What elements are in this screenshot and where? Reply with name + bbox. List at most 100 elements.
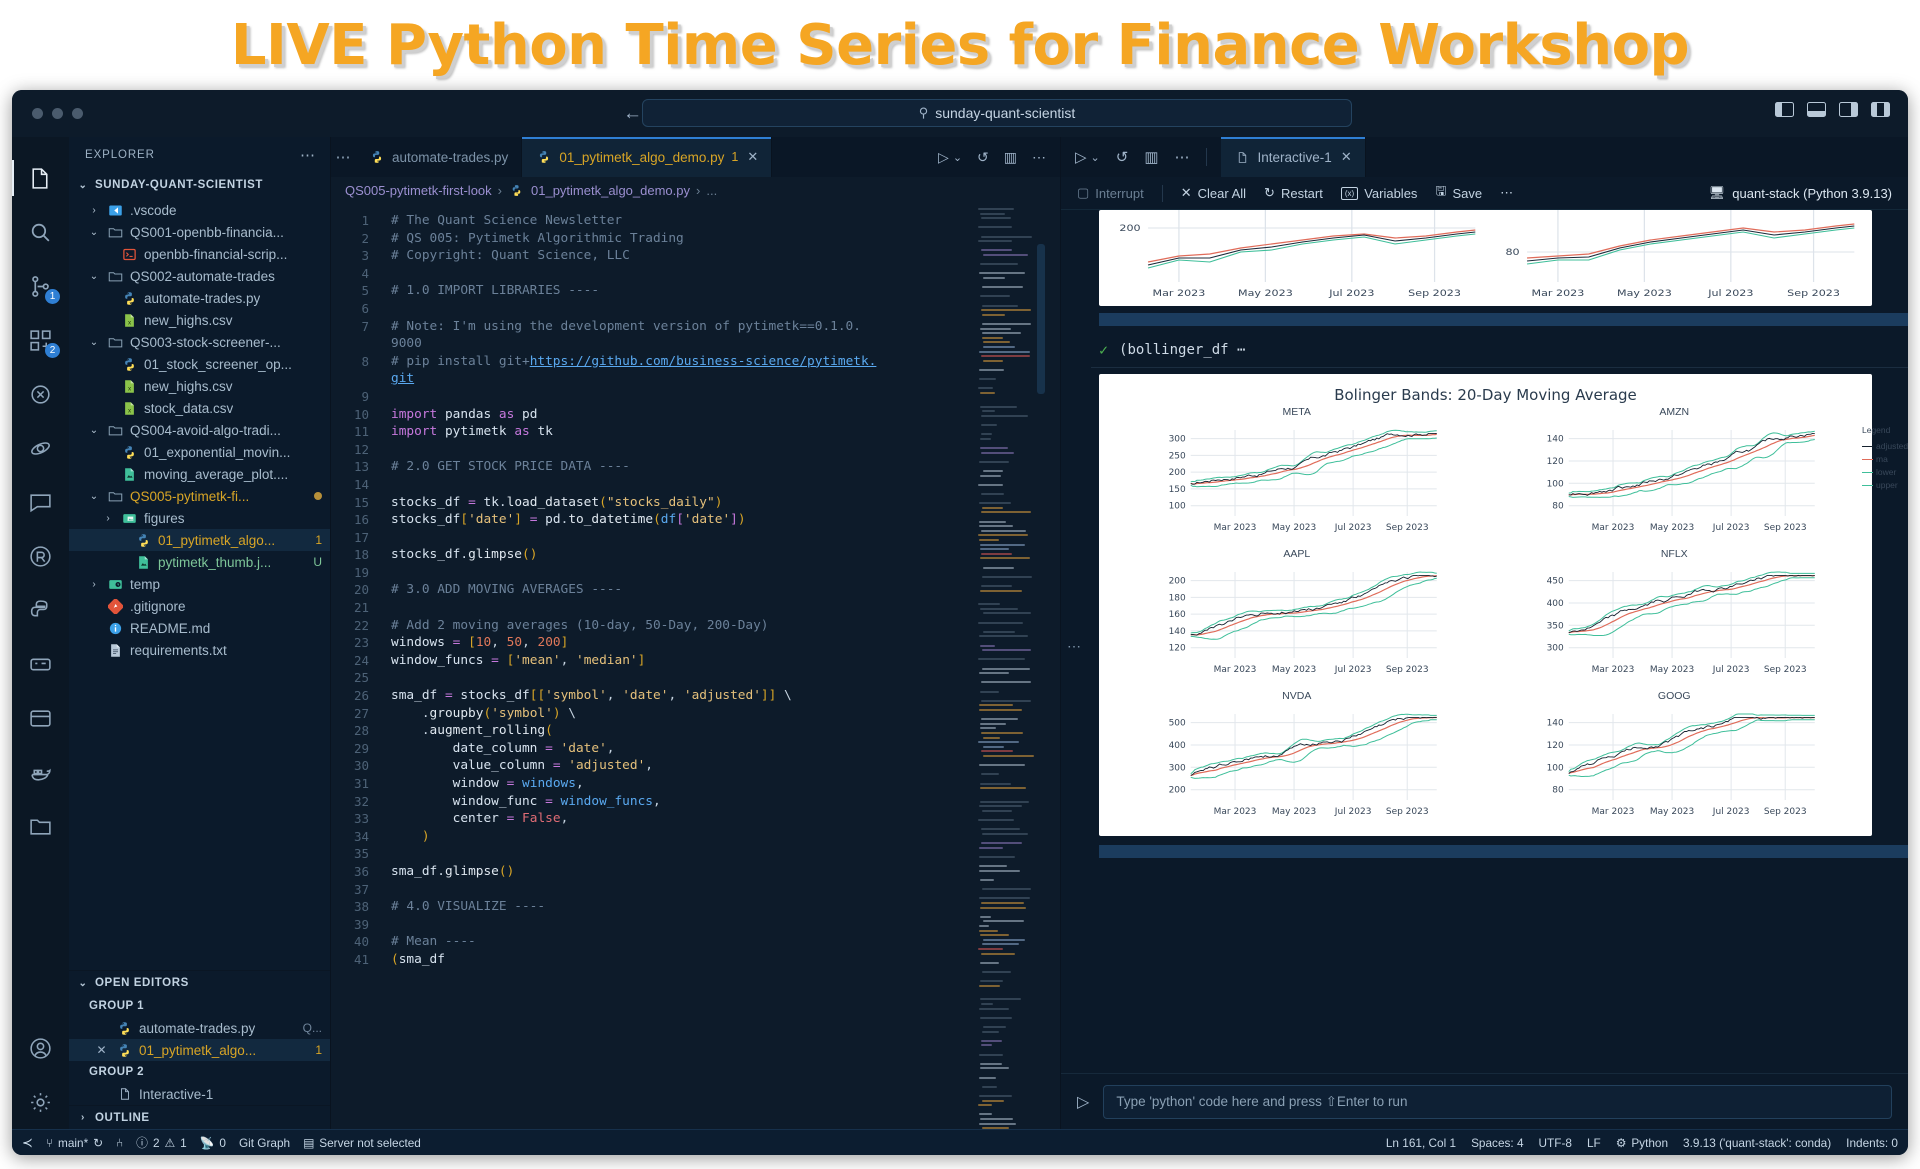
code-line[interactable] (391, 669, 1060, 687)
back-icon[interactable]: ← (623, 103, 642, 125)
activity-docker[interactable] (12, 745, 69, 799)
tree-item[interactable]: moving_average_plot.... (69, 463, 330, 485)
tree-item[interactable]: ⌄ QS005-pytimetk-fi... (69, 485, 330, 507)
code-line[interactable] (391, 916, 1060, 934)
code-line[interactable]: import pytimetk as tk (391, 423, 1060, 441)
activity-testing[interactable] (12, 367, 69, 421)
workspace-root-header[interactable]: ⌄ SUNDAY-QUANT-SCIENTIST (69, 173, 330, 197)
activity-remote[interactable] (12, 637, 69, 691)
status-server[interactable]: ▤ Server not selected (303, 1136, 421, 1150)
activity-r-language[interactable] (12, 529, 69, 583)
tab-01-pytimetk-algo-demo[interactable]: 01_pytimetk_algo_demo.py 1 ✕ (522, 137, 772, 177)
open-editors-group[interactable]: GROUP 2 (69, 1061, 330, 1083)
layout-controls[interactable] (1775, 102, 1890, 117)
encoding[interactable]: UTF-8 (1539, 1136, 1572, 1150)
chevron-down-icon[interactable]: ⌄ (1091, 151, 1100, 164)
tree-item[interactable]: openbb-financial-scrip... (69, 243, 330, 265)
code-line[interactable]: git (391, 370, 1060, 388)
code-line[interactable]: # 2.0 GET STOCK PRICE DATA ---- (391, 458, 1060, 476)
open-editor-item[interactable]: automate-trades.py Q... (69, 1017, 330, 1039)
cell-output-bottom-bar[interactable] (1099, 845, 1908, 858)
code-line[interactable]: # Note: I'm using the development versio… (391, 318, 1060, 336)
status-ports[interactable]: 📡 0 (200, 1136, 226, 1150)
code-line[interactable]: # Add 2 moving averages (10-day, 50-Day,… (391, 617, 1060, 635)
close-icon[interactable]: ✕ (93, 1042, 110, 1059)
more-icon[interactable]: ⋯ (1175, 148, 1190, 166)
activity-source-control[interactable]: 1 (12, 259, 69, 313)
cell-input-collapsed-bar[interactable] (1099, 313, 1908, 326)
interactive-output[interactable]: 200 Mar 2023 May 2023 Jul 2023 Sep 2023 (1061, 210, 1908, 1073)
code-line[interactable]: # pip install git+https://github.com/bus… (391, 353, 1060, 371)
tree-item[interactable]: 01_stock_screener_op... (69, 353, 330, 375)
kernel-selector[interactable]: 🖥 quant-stack (Python 3.9.13) (1709, 185, 1892, 201)
indentation[interactable]: Spaces: 4 (1471, 1136, 1523, 1150)
open-editors-header[interactable]: ⌄ OPEN EDITORS (69, 971, 330, 995)
status-git-compare[interactable]: ⑃ (116, 1136, 123, 1150)
split-editor-icon[interactable]: ▥ (1004, 149, 1017, 166)
editor-toolbar[interactable]: ▷ ⌄ ↺ ▥ ⋯ (938, 137, 1060, 177)
interrupt-button[interactable]: ▢ Interrupt (1077, 185, 1144, 201)
close-window-button[interactable] (32, 108, 43, 119)
open-editor-item[interactable]: Interactive-1 (69, 1083, 330, 1105)
tree-item[interactable]: requirements.txt (69, 639, 330, 661)
split-editor-icon[interactable]: ▥ (1144, 148, 1158, 166)
interactive-more-button[interactable]: ⋯ (1500, 185, 1513, 201)
breadcrumb-folder[interactable]: QS005-pytimetk-first-look (345, 183, 492, 198)
tabs-more-icon[interactable]: ⋯ (331, 137, 355, 177)
code-line[interactable]: .groupby('symbol') \ (391, 705, 1060, 723)
sync-icon[interactable]: ↻ (93, 1136, 103, 1150)
activity-database[interactable] (12, 691, 69, 745)
code-line[interactable]: # 1.0 IMPORT LIBRARIES ---- (391, 282, 1060, 300)
code-line[interactable]: stocks_df['date'] = pd.to_datetime(df['d… (391, 511, 1060, 529)
code-line[interactable] (391, 300, 1060, 318)
language-mode[interactable]: ⚙ Python (1616, 1136, 1668, 1150)
code-line[interactable]: .augment_rolling( (391, 722, 1060, 740)
interactive-tabs[interactable]: ▷ ⌄ ↺ ▥ ⋯ Interactive-1 ✕ (1061, 137, 1908, 177)
customize-layout-icon[interactable] (1871, 102, 1890, 117)
tree-item[interactable]: ⌄ QS004-avoid-algo-tradi... (69, 419, 330, 441)
breadcrumb-symbol[interactable]: ... (706, 183, 717, 198)
remote-icon[interactable]: ≺ (22, 1135, 33, 1151)
open-editors-list[interactable]: GROUP 1 automate-trades.py Q... ✕ 01_pytimet… (69, 995, 330, 1105)
command-center-omnibox[interactable]: ⚲ sunday-quant-scientist (642, 99, 1352, 127)
cell-ellipsis-icon[interactable]: ⋯ (1067, 638, 1081, 655)
ellipsis-icon[interactable]: ⋯ (300, 146, 316, 164)
toggle-panel-icon[interactable] (1807, 102, 1826, 117)
status-branch[interactable]: ⑂ main* ↻ (46, 1136, 103, 1150)
code-line[interactable]: # QS 005: Pytimetk Algorithmic Trading (391, 230, 1060, 248)
toggle-secondary-sidebar-icon[interactable] (1839, 102, 1858, 117)
tree-item[interactable]: README.md (69, 617, 330, 639)
code-line[interactable]: value_column = 'adjusted', (391, 757, 1060, 775)
interactive-actions[interactable]: ▷ ⌄ ↺ ▥ ⋯ (1061, 137, 1221, 177)
code-line[interactable]: # Mean ---- (391, 933, 1060, 951)
tree-item[interactable]: .gitignore (69, 595, 330, 617)
code-line[interactable] (391, 476, 1060, 494)
open-editors-group[interactable]: GROUP 1 (69, 995, 330, 1017)
save-button[interactable]: 🖫 Save (1435, 182, 1482, 204)
code-line[interactable] (391, 529, 1060, 547)
outline-header[interactable]: › OUTLINE (69, 1105, 330, 1129)
tree-item[interactable]: 01_pytimetk_algo... 1 (69, 529, 330, 551)
status-problems[interactable]: ⓘ 2 ⚠ 1 (136, 1134, 187, 1151)
code-line[interactable]: center = False, (391, 810, 1060, 828)
code-line[interactable]: sma_df.glimpse() (391, 863, 1060, 881)
tree-item[interactable]: › figures (69, 507, 330, 529)
close-icon[interactable]: ✕ (1341, 149, 1352, 165)
code-line[interactable]: 9000 (391, 335, 1060, 353)
code-line[interactable]: window_func = window_funcs, (391, 793, 1060, 811)
tree-item[interactable]: › .vscode (69, 199, 330, 221)
open-editor-item[interactable]: ✕ 01_pytimetk_algo... 1 (69, 1039, 330, 1061)
activity-search[interactable] (12, 205, 69, 259)
code-line[interactable] (391, 388, 1060, 406)
breadcrumb[interactable]: QS005-pytimetk-first-look › 01_pytimetk_… (331, 177, 1060, 204)
window-controls[interactable] (32, 108, 83, 119)
cursor-position[interactable]: Ln 161, Col 1 (1386, 1136, 1456, 1150)
code-line[interactable] (391, 599, 1060, 617)
tree-item[interactable]: ⌄ QS003-stock-screener-... (69, 331, 330, 353)
code-line[interactable]: import pandas as pd (391, 406, 1060, 424)
tree-item[interactable]: x stock_data.csv (69, 397, 330, 419)
activity-extensions[interactable]: 2 (12, 313, 69, 367)
close-icon[interactable]: ✕ (747, 149, 758, 165)
source-code[interactable]: # The Quant Science Newsletter # QS 005: … (379, 204, 1060, 1129)
status-right-group[interactable]: Ln 161, Col 1 Spaces: 4 UTF-8 LF ⚙ Pytho… (1386, 1136, 1898, 1150)
